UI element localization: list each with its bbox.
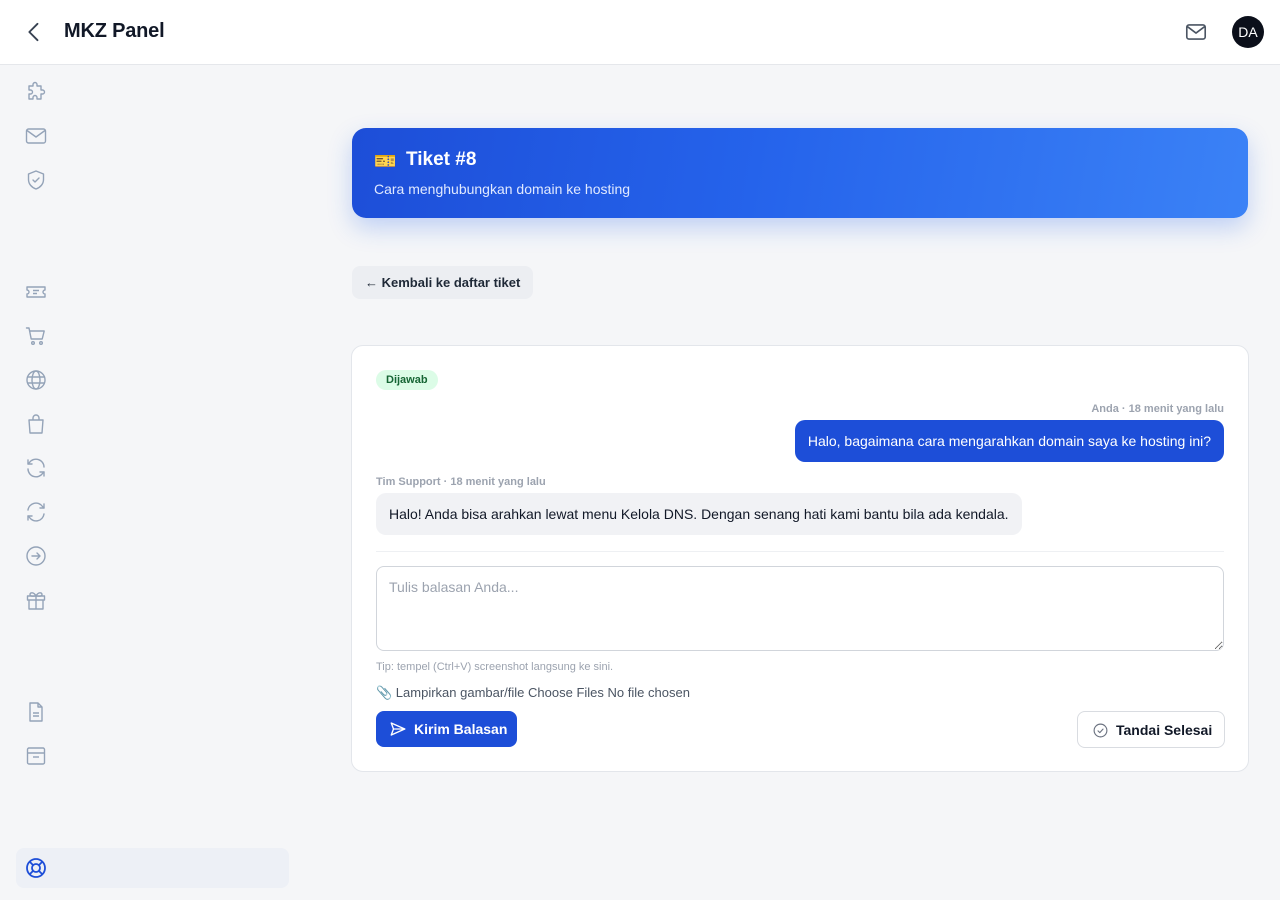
puzzle-icon xyxy=(28,81,46,100)
message-meta: Tim Support · 18 menit yang lalu xyxy=(376,476,546,488)
chevron-left-icon xyxy=(28,22,39,42)
top-bar: MKZ Panel DA xyxy=(0,0,1280,65)
shopping-bag-icon xyxy=(28,414,44,434)
file-status: No file chosen xyxy=(607,685,690,700)
send-reply-button[interactable]: Kirim Balasan xyxy=(376,711,517,747)
sidebar-item-transfer[interactable] xyxy=(22,542,50,570)
send-icon xyxy=(390,722,406,736)
ticket-emoji-icon: 🎫 xyxy=(374,151,397,171)
reply-input[interactable] xyxy=(376,566,1224,651)
ticket-subject: Cara menghubungkan domain ke hosting xyxy=(374,181,631,197)
choose-files-button[interactable]: Choose Files xyxy=(528,685,604,700)
ticket-header-banner: 🎫 Tiket #8 Cara menghubungkan domain ke … xyxy=(352,128,1248,218)
sidebar-item-plugins[interactable] xyxy=(22,78,50,106)
sidebar-item-tickets[interactable] xyxy=(22,278,50,306)
attach-label: 📎 Lampirkan gambar/file xyxy=(376,685,525,700)
support-message-bubble: Halo! Anda bisa arahkan lewat menu Kelol… xyxy=(376,493,1022,535)
back-button[interactable] xyxy=(20,18,48,46)
life-buoy-icon xyxy=(26,858,46,878)
sidebar-item-sync[interactable] xyxy=(22,498,50,526)
gift-icon xyxy=(26,592,46,610)
paste-tip: Tip: tempel (Ctrl+V) screenshot langsung… xyxy=(376,661,614,673)
sidebar-item-security[interactable] xyxy=(22,166,50,194)
conversation-card: Dijawab Anda · 18 menit yang lalu Halo, … xyxy=(351,345,1249,772)
mail-icon xyxy=(25,128,47,144)
status-badge: Dijawab xyxy=(376,370,438,390)
refresh-icon xyxy=(27,458,45,478)
sidebar-item-archive[interactable] xyxy=(22,742,50,770)
sidebar-item-renewals[interactable] xyxy=(22,454,50,482)
sidebar-item-documents[interactable] xyxy=(22,698,50,726)
sidebar-item-cart[interactable] xyxy=(22,322,50,350)
ticket-title: Tiket #8 xyxy=(406,149,477,170)
arrow-circle-right-icon xyxy=(26,546,46,566)
mark-resolved-button[interactable]: Tandai Selesai xyxy=(1077,711,1225,748)
sidebar-item-domains[interactable] xyxy=(22,366,50,394)
message-meta: Anda · 18 menit yang lalu xyxy=(1091,403,1224,415)
app-title: MKZ Panel xyxy=(64,20,165,42)
ticket-icon xyxy=(26,286,46,298)
sync-icon xyxy=(27,502,45,522)
send-reply-label: Kirim Balasan xyxy=(414,721,508,737)
attachment-row: 📎 Lampirkan gambar/file Choose Files No … xyxy=(376,685,690,701)
check-circle-icon xyxy=(1093,723,1108,738)
avatar[interactable]: DA xyxy=(1232,16,1264,48)
document-icon xyxy=(29,702,43,722)
shield-check-icon xyxy=(27,170,45,190)
sidebar-item-mail[interactable] xyxy=(22,122,50,150)
cart-icon xyxy=(25,327,45,346)
back-to-tickets-button[interactable]: ← Kembali ke daftar tiket xyxy=(352,266,534,299)
user-message-bubble: Halo, bagaimana cara mengarahkan domain … xyxy=(794,420,1224,462)
sidebar-item-gifts[interactable] xyxy=(22,586,50,614)
mail-icon xyxy=(1185,24,1207,40)
archive-icon xyxy=(26,747,46,765)
sidebar xyxy=(0,65,305,900)
globe-icon xyxy=(26,370,46,390)
sidebar-item-orders[interactable] xyxy=(22,410,50,438)
divider xyxy=(376,551,1224,552)
sidebar-item-support[interactable] xyxy=(16,848,289,888)
mark-resolved-label: Tandai Selesai xyxy=(1116,722,1213,738)
messages-button[interactable] xyxy=(1183,19,1209,45)
